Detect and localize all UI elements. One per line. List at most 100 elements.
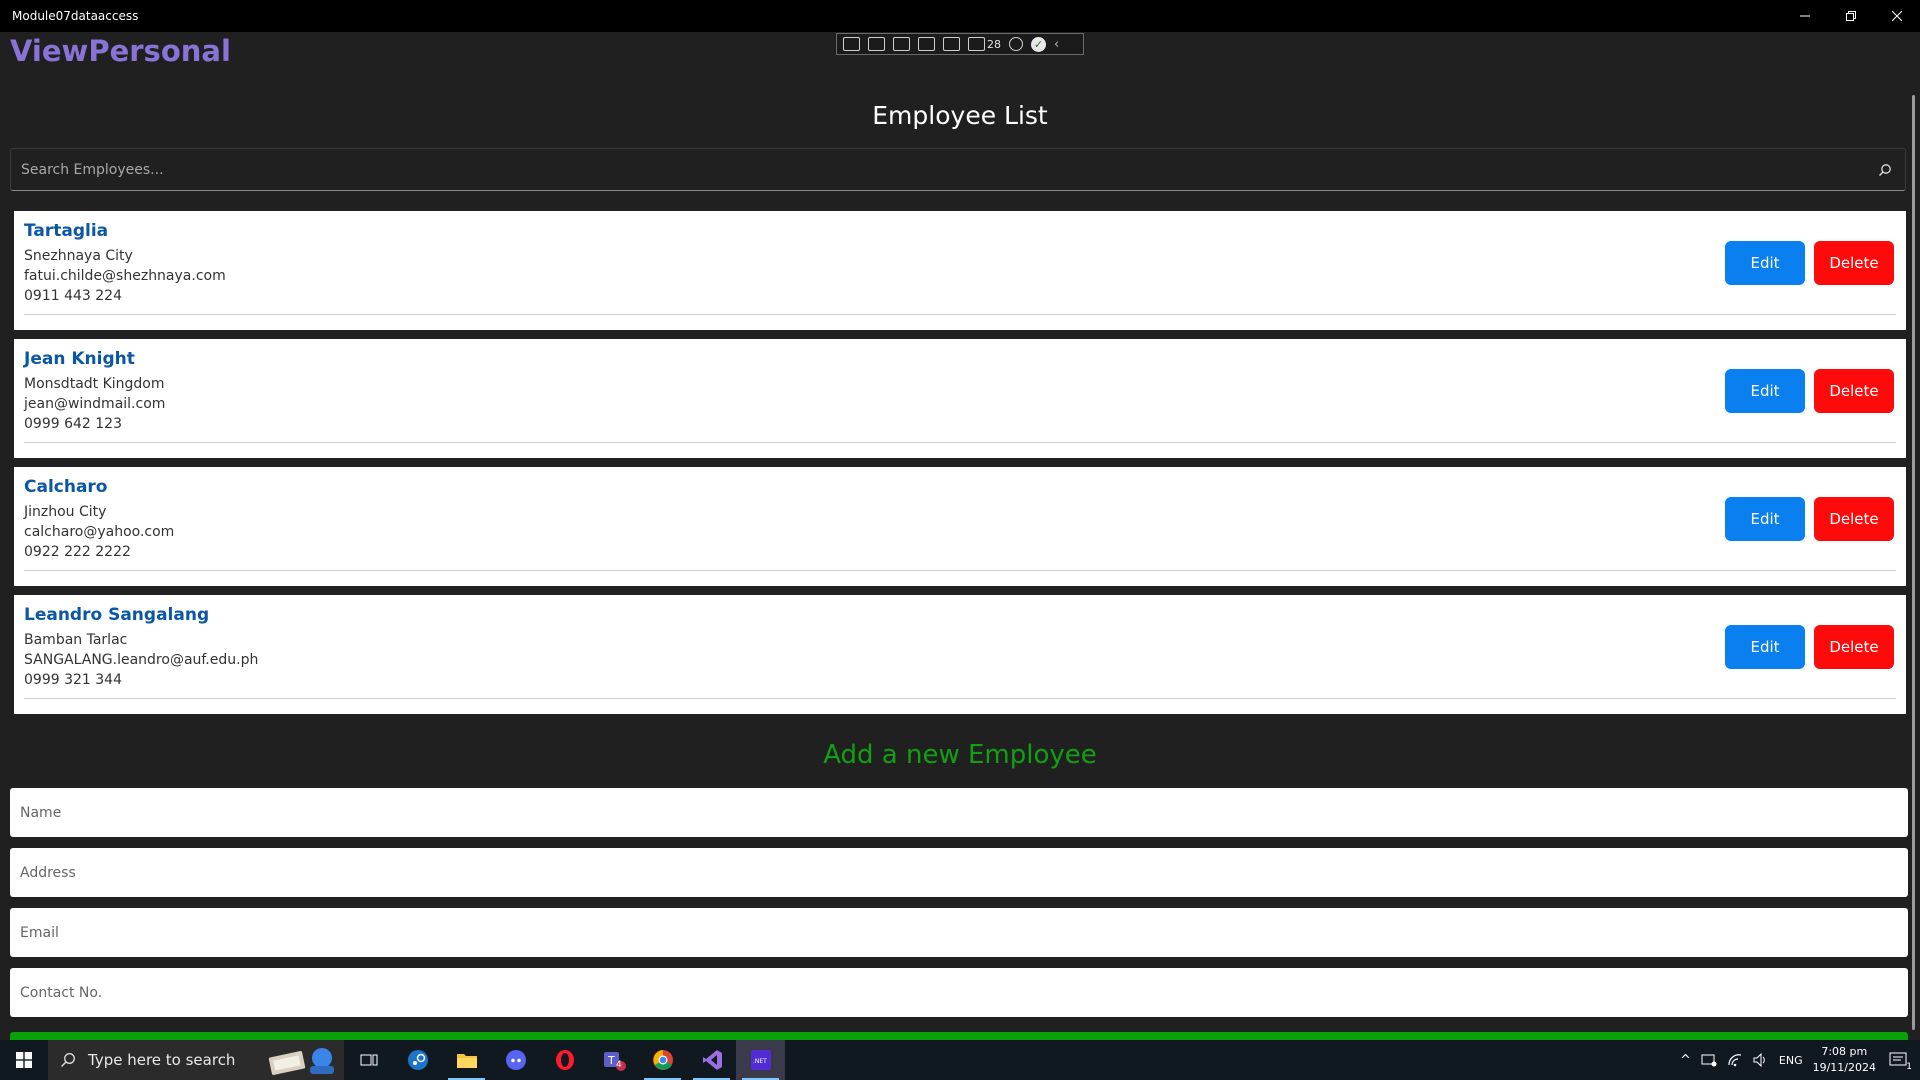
minimize-icon	[1800, 15, 1810, 17]
discord-icon	[505, 1050, 526, 1070]
add-employee-button[interactable]	[10, 1032, 1908, 1040]
delete-button[interactable]: Delete	[1814, 241, 1894, 285]
employee-card: Leandro Sangalang Bamban Tarlac SANGALAN…	[14, 595, 1906, 714]
add-employee-title: Add a new Employee	[823, 740, 1097, 770]
employee-list: Tartaglia Snezhnaya City fatui.childe@sh…	[14, 211, 1906, 723]
card-divider	[24, 314, 1896, 315]
window-titlebar: Module07dataaccess	[0, 0, 1920, 32]
edit-button[interactable]: Edit	[1725, 497, 1805, 541]
employee-email: calcharo@yahoo.com	[24, 524, 175, 540]
employee-info: Leandro Sangalang Bamban Tarlac SANGALAN…	[24, 605, 258, 690]
app-title: ViewPersonal	[10, 34, 231, 68]
svg-text:.NET: .NET	[753, 1058, 767, 1065]
hot-reload-check-icon[interactable]: ✓	[1031, 36, 1046, 52]
search-input[interactable]	[11, 149, 1865, 190]
visual-studio-icon	[702, 1050, 722, 1070]
window-title: Module07dataaccess	[12, 9, 139, 23]
edit-button[interactable]: Edit	[1725, 625, 1805, 669]
select-element-icon[interactable]	[893, 37, 910, 51]
meet-now-icon[interactable]	[1701, 1053, 1717, 1067]
taskbar-app-chrome[interactable]	[638, 1040, 687, 1080]
track-focus-icon[interactable]	[943, 37, 960, 51]
volume-icon[interactable]	[1753, 1053, 1769, 1067]
opera-icon	[555, 1050, 574, 1070]
employee-card: Jean Knight Monsdtadt Kingdom jean@windm…	[14, 339, 1906, 458]
employee-name: Leandro Sangalang	[24, 605, 210, 625]
close-button[interactable]	[1874, 0, 1920, 32]
employee-name: Jean Knight	[24, 349, 135, 369]
restore-button[interactable]	[1828, 0, 1874, 32]
taskbar-search[interactable]: Type here to search	[48, 1040, 344, 1080]
taskbar-apps: T 4 .NET	[344, 1040, 785, 1080]
card-divider	[24, 442, 1896, 443]
dotnet-icon: .NET	[750, 1050, 771, 1070]
delete-button[interactable]: Delete	[1814, 369, 1894, 413]
employee-address: Jinzhou City	[24, 504, 107, 520]
contact-input[interactable]	[10, 968, 1908, 1017]
task-view-icon	[360, 1054, 377, 1066]
employee-contact: 0911 443 224	[24, 288, 122, 304]
employee-contact: 0999 321 344	[24, 672, 122, 688]
binding-failures-count: 28	[987, 37, 1001, 51]
display-adorners-icon[interactable]	[918, 37, 935, 51]
search-icon	[61, 1053, 75, 1067]
employee-info: Tartaglia Snezhnaya City fatui.childe@sh…	[24, 221, 226, 306]
folder-icon	[456, 1054, 477, 1068]
employee-email: fatui.childe@shezhnaya.com	[24, 268, 226, 284]
taskbar-app-opera[interactable]	[540, 1040, 589, 1080]
taskbar-app-file-explorer[interactable]	[442, 1040, 491, 1080]
start-button[interactable]	[0, 1040, 48, 1080]
taskbar-app-visual-studio[interactable]	[687, 1040, 736, 1080]
notification-center-button[interactable]: 1	[1886, 1048, 1912, 1072]
record-icon[interactable]	[868, 37, 885, 51]
taskbar-app-steam[interactable]	[393, 1040, 442, 1080]
edit-button[interactable]: Edit	[1725, 241, 1805, 285]
employee-name: Calcharo	[24, 477, 108, 497]
employee-info: Calcharo Jinzhou City calcharo@yahoo.com…	[24, 477, 174, 562]
delete-button[interactable]: Delete	[1814, 497, 1894, 541]
taskbar-app-teams[interactable]: T 4	[589, 1040, 638, 1080]
taskbar: Type here to search T 4 .NET ^ ENG 7:08 …	[0, 1040, 1920, 1080]
wifi-icon[interactable]	[1727, 1053, 1743, 1067]
xaml-debug-toolbar: 28 ✓ ‹	[836, 33, 1084, 55]
binding-failures-icon[interactable]	[968, 37, 985, 51]
search-icon[interactable]	[1865, 163, 1905, 177]
edit-button[interactable]: Edit	[1725, 369, 1805, 413]
delete-button[interactable]: Delete	[1814, 625, 1894, 669]
card-divider	[24, 570, 1896, 571]
employee-card: Tartaglia Snezhnaya City fatui.childe@sh…	[14, 211, 1906, 330]
taskbar-search-placeholder: Type here to search	[88, 1051, 236, 1069]
address-input[interactable]	[10, 848, 1908, 897]
chevron-up-icon[interactable]: ^	[1680, 1053, 1691, 1068]
employee-name: Tartaglia	[24, 221, 109, 241]
live-visual-tree-icon[interactable]	[843, 37, 860, 51]
employee-address: Monsdtadt Kingdom	[24, 376, 165, 392]
employee-address: Bamban Tarlac	[24, 632, 128, 648]
search-bar	[10, 148, 1906, 191]
vertical-scrollbar[interactable]	[1912, 95, 1915, 1030]
clock-date: 19/11/2024	[1812, 1061, 1876, 1074]
page-title: Employee List	[872, 101, 1048, 130]
clock[interactable]: 7:08 pm 19/11/2024	[1813, 1044, 1876, 1076]
email-input[interactable]	[10, 908, 1908, 957]
collapse-toolbar-icon[interactable]: ‹	[1054, 37, 1059, 52]
language-indicator[interactable]: ENG	[1779, 1054, 1803, 1067]
steam-icon	[407, 1050, 428, 1070]
search-highlight-illustration-icon	[268, 1048, 334, 1075]
contact-field	[10, 968, 1908, 1017]
minimize-button[interactable]	[1782, 0, 1828, 32]
notification-icon	[1889, 1052, 1907, 1066]
taskbar-app-dotnet[interactable]: .NET	[736, 1040, 785, 1080]
name-input[interactable]	[10, 788, 1908, 837]
employee-contact: 0999 642 123	[24, 416, 122, 432]
employee-info: Jean Knight Monsdtadt Kingdom jean@windm…	[24, 349, 165, 434]
employee-address: Snezhnaya City	[24, 248, 133, 264]
email-field	[10, 908, 1908, 957]
teams-badge: 4	[616, 1060, 622, 1070]
accessibility-icon[interactable]	[1009, 37, 1023, 51]
task-view-button[interactable]	[344, 1040, 393, 1080]
system-tray: ^ ENG 7:08 pm 19/11/2024 1	[1680, 1040, 1920, 1080]
taskbar-app-discord[interactable]	[491, 1040, 540, 1080]
window-caption-buttons	[1782, 0, 1920, 32]
employee-email: jean@windmail.com	[24, 396, 166, 412]
